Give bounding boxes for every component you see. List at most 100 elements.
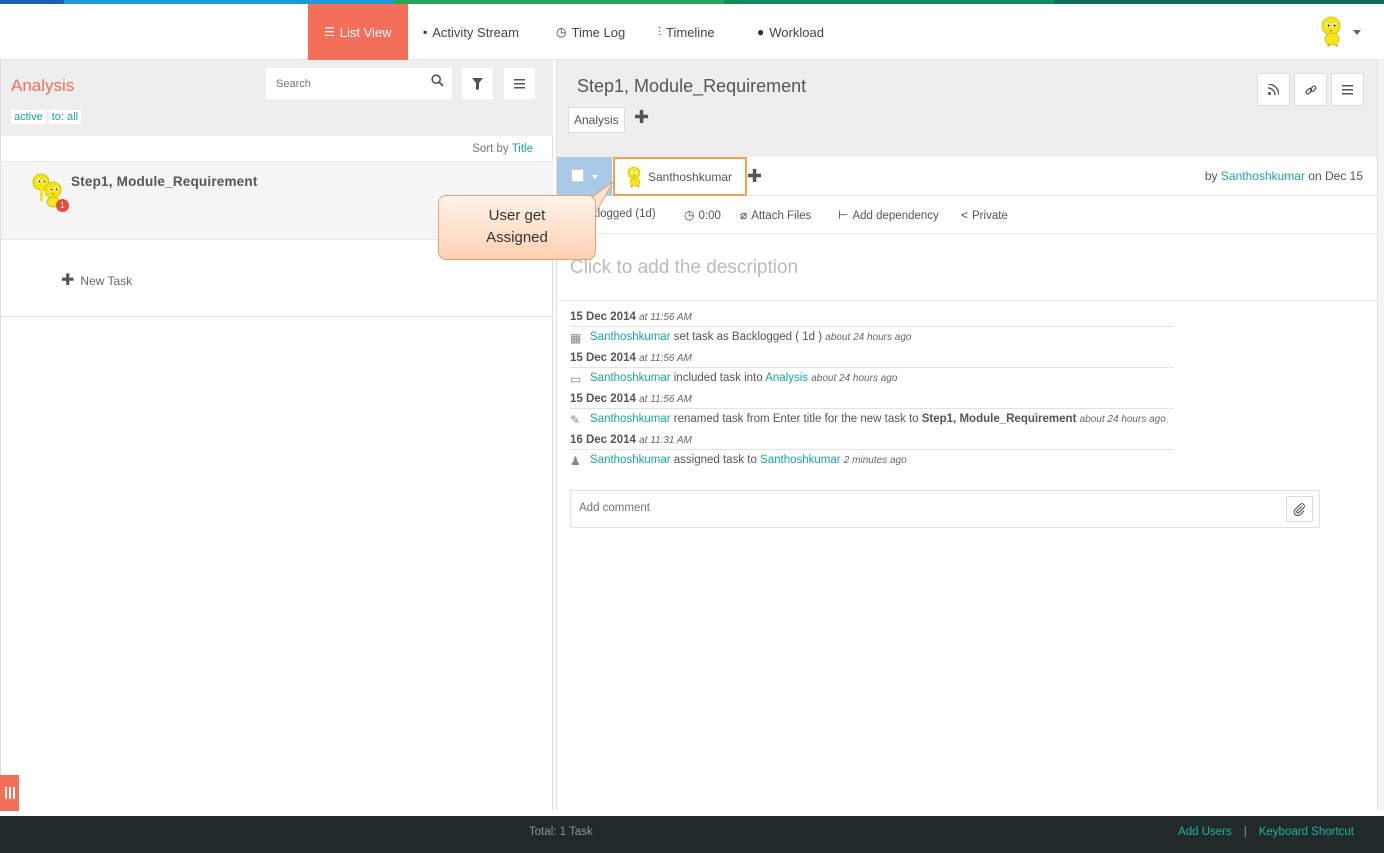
add-assignee-plus-icon[interactable]: ✚ [747, 166, 762, 187]
task-list-panel: Analysis activeto: all Sort by Title [0, 60, 553, 810]
footer-links: Add Users | Keyboard Shortcut [1178, 826, 1354, 838]
pencil-icon: ✎ [570, 413, 581, 427]
rss-button[interactable] [1257, 73, 1290, 106]
activity-user-link[interactable]: Santhoshkumar [590, 454, 671, 466]
tab-label: Time Log [571, 24, 626, 40]
tab-list-view[interactable]: ☰ List View [308, 4, 408, 60]
callout-line-1: User get [488, 207, 546, 224]
keyboard-shortcut-link[interactable]: Keyboard Shortcut [1259, 826, 1354, 838]
assignee-name: Santhoshkumar [648, 169, 733, 184]
activity-assignee-link[interactable]: Santhoshkumar [760, 454, 841, 466]
task-meta-bar: Backlogged (1d) ◷ 0:00 ⌀ Attach Files ⊢ Add… [557, 196, 1377, 234]
link-button[interactable] [1294, 73, 1327, 106]
task-detail-panel: Step1, Module_Requirement Analysis ✚ San [556, 60, 1378, 810]
clock-icon: ◷ [556, 25, 567, 39]
divider [570, 449, 1174, 450]
add-users-link[interactable]: Add Users [1178, 826, 1232, 838]
search-icon[interactable] [431, 74, 444, 90]
new-task-label: New Task [80, 274, 133, 288]
assignment-bar: Santhoshkumar ✚ by Santhoshkumar on Dec … [557, 157, 1377, 196]
attach-comment-button[interactable] [1286, 496, 1313, 522]
privacy-label: Private [972, 210, 1008, 222]
task-detail-header: Step1, Module_Requirement Analysis ✚ [557, 60, 1377, 157]
task-detail-title[interactable]: Step1, Module_Requirement [577, 76, 806, 97]
activity-log: 15 Dec 2014 at 11:56 AM ▦ Santhoshkumar … [570, 308, 1174, 472]
scrollbar-track[interactable] [1378, 60, 1384, 810]
user-assign-icon: ♟ [570, 454, 581, 468]
link-icon [1304, 84, 1317, 95]
search-input[interactable] [266, 68, 416, 99]
tab-workload[interactable]: ● Workload [757, 4, 824, 60]
activity-project-link[interactable]: Analysis [765, 372, 808, 384]
filter-to-tag[interactable]: to: all [48, 110, 82, 124]
sidebar-toggle-button[interactable] [0, 775, 19, 811]
clock-icon: ◷ [684, 208, 695, 222]
plus-icon: ✚ [61, 272, 75, 289]
user-avatar-icon[interactable] [1318, 16, 1348, 48]
annotation-callout: User get Assigned [438, 195, 596, 260]
task-count-badge: 1 [56, 199, 69, 212]
activity-text: ♟ Santhoshkumar assigned task to Santhos… [570, 454, 907, 468]
activity-entry: 15 Dec 2014 at 11:56 AM ▭ Santhoshkumar … [570, 350, 1174, 390]
activity-date: 15 Dec 2014 at 11:56 AM [570, 311, 692, 323]
project-title[interactable]: Analysis [11, 76, 74, 96]
filter-active-tag[interactable]: active [11, 110, 46, 124]
time-tracker[interactable]: ◷ 0:00 [684, 208, 721, 222]
sort-field-link[interactable]: Title [512, 143, 533, 155]
comment-icon: ▪ [423, 25, 428, 39]
created-date: on Dec 15 [1308, 169, 1363, 183]
dependency-icon: ⊢ [838, 208, 849, 222]
project-chip[interactable]: Analysis [568, 107, 625, 133]
columns-icon [4, 787, 15, 799]
assignee-chip[interactable]: Santhoshkumar [613, 157, 747, 196]
activity-text: ✎ Santhoshkumar renamed task from Enter … [570, 413, 1166, 427]
timeline-icon: ⫶ [658, 24, 662, 39]
calendar-icon: ▦ [570, 331, 582, 345]
task-list-header: Analysis active to: all [1, 60, 553, 136]
paperclip-icon [1293, 502, 1305, 516]
description-placeholder[interactable]: Click to add the description [570, 257, 798, 279]
privacy-toggle[interactable]: < Private [961, 208, 1008, 222]
assignee-avatar [627, 166, 641, 188]
list-menu-button[interactable] [503, 67, 536, 100]
chevron-down-icon[interactable] [592, 175, 598, 179]
tab-activity-stream[interactable]: ▪ Activity Stream [423, 4, 519, 60]
add-project-plus-icon[interactable]: ✚ [634, 107, 649, 128]
footer-bar: Total: 1 Task Add Users | Keyboard Shortcu… [0, 816, 1384, 853]
callout-line-2: Assigned [486, 229, 548, 246]
search-box [265, 67, 453, 100]
activity-user-link[interactable]: Santhoshkumar [590, 372, 671, 384]
activity-text: ▭ Santhoshkumar included task into Analy… [570, 372, 898, 386]
tab-timeline[interactable]: ⫶ Timeline [658, 4, 715, 60]
creator-link[interactable]: Santhoshkumar [1221, 169, 1305, 183]
activity-date: 16 Dec 2014 at 11:31 AM [570, 434, 692, 446]
list-icon: ☰ [324, 25, 335, 39]
comment-input[interactable] [571, 491, 1261, 525]
chevron-down-icon[interactable] [1353, 30, 1361, 35]
filter-icon [472, 77, 483, 90]
detail-menu-button[interactable] [1331, 73, 1364, 106]
footer-separator: | [1243, 826, 1247, 838]
time-value: 0:00 [698, 210, 721, 222]
attach-files-button[interactable]: ⌀ Attach Files [740, 208, 811, 222]
add-dependency-button[interactable]: ⊢ Add dependency [838, 208, 939, 222]
complete-checkbox[interactable] [571, 169, 584, 182]
tab-time-log[interactable]: ◷ Time Log [556, 4, 625, 60]
activity-user-link[interactable]: Santhoshkumar [590, 331, 671, 343]
task-total: Total: 1 Task [529, 826, 593, 838]
new-task-button[interactable]: ✚ New Task [61, 270, 132, 290]
activity-text: ▦ Santhoshkumar set task as Backlogged (… [570, 331, 912, 345]
activity-entry: 15 Dec 2014 at 11:56 AM ▦ Santhoshkumar … [570, 309, 1174, 349]
user-icon: ● [757, 25, 765, 39]
activity-user-link[interactable]: Santhoshkumar [590, 413, 671, 425]
comment-box [570, 490, 1320, 528]
folder-icon: ▭ [570, 372, 582, 386]
filter-button[interactable] [461, 67, 494, 100]
created-by-line: by Santhoshkumar on Dec 15 [1205, 169, 1363, 183]
activity-entry: 16 Dec 2014 at 11:31 AM ♟ Santhoshkumar … [570, 432, 1174, 472]
activity-entry: 15 Dec 2014 at 11:56 AM ✎ Santhoshkumar … [570, 391, 1174, 431]
task-title[interactable]: Step1, Module_Requirement [71, 174, 258, 189]
activity-date: 15 Dec 2014 at 11:56 AM [570, 393, 692, 405]
rss-icon [1268, 84, 1279, 95]
divider [570, 326, 1174, 327]
